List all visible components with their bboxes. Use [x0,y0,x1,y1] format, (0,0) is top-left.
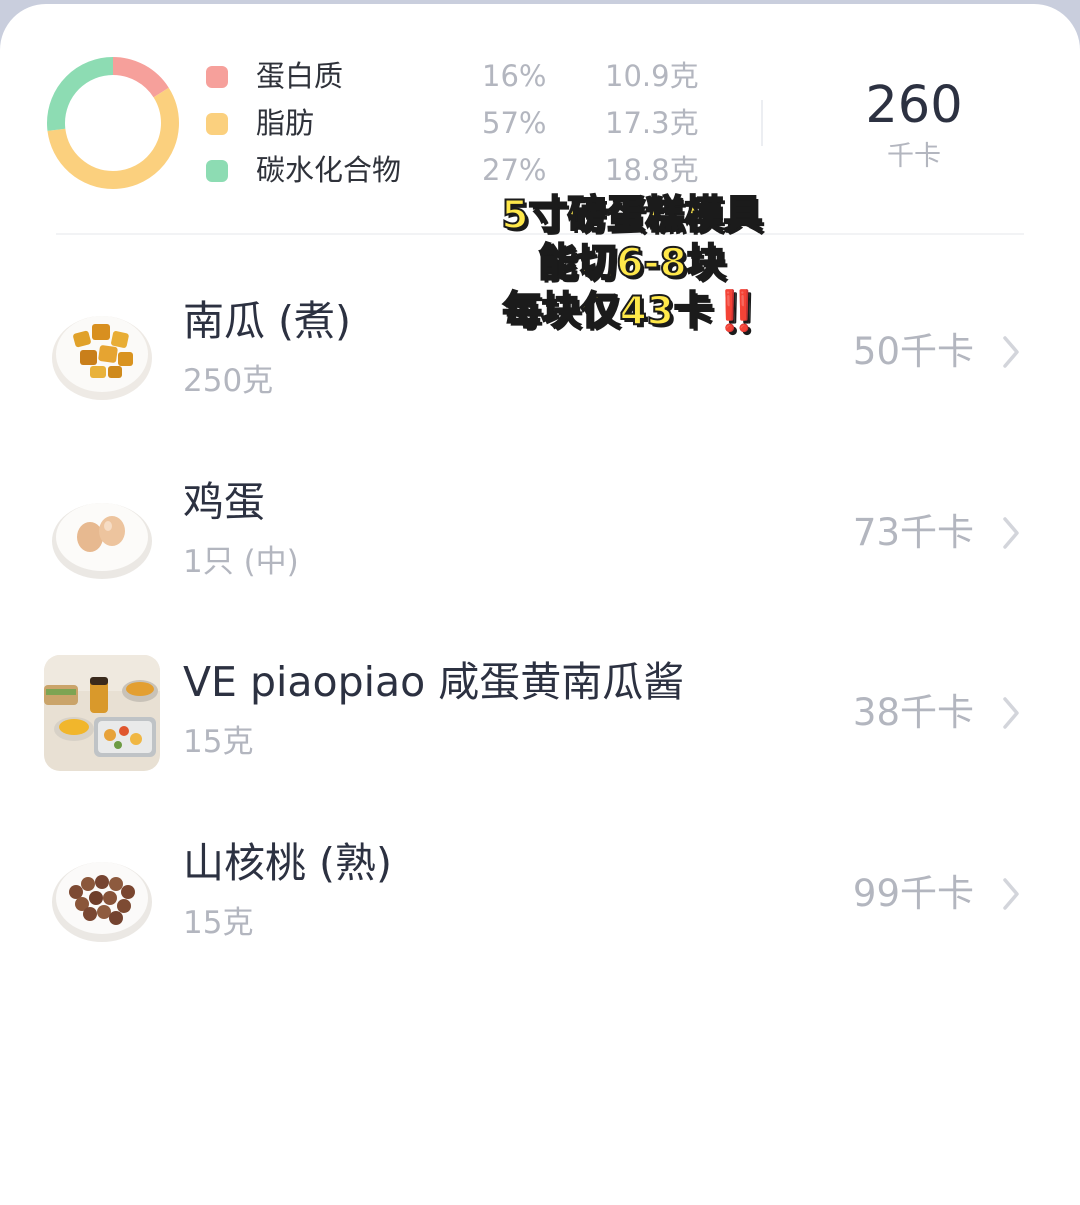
boiled-pumpkin-image [44,294,160,410]
double-exclamation-icon: ‼️ [712,289,762,335]
total-calories: 260 [865,76,963,135]
food-calories: 38千卡 [852,691,974,734]
macro-row-carbs: 碳水化合物 27% 18.8克 [0,150,760,190]
food-calories: 99千卡 [852,872,974,915]
caption-line-3-text: 每块仅43卡 [502,288,714,335]
macro-amount: 17.3克 [605,106,699,140]
food-amount: 15克 [183,905,254,941]
macro-name: 脂肪 [256,106,315,140]
macro-name: 蛋白质 [256,59,344,93]
food-item-egg[interactable]: 鸡蛋 1只 (中) 73千卡 [0,465,1080,625]
chevron-right-icon [1003,336,1019,368]
chevron-right-icon [1003,697,1019,729]
food-amount: 250克 [183,363,274,399]
macro-row-fat: 脂肪 57% 17.3克 [0,103,760,143]
food-amount: 1只 (中) [183,544,299,580]
chevron-right-icon [1003,878,1019,910]
protein-color-dot [206,66,228,88]
food-item-pumpkin-sauce[interactable]: VE piaopiao 咸蛋黄南瓜酱 15克 38千卡 [0,645,1080,805]
macro-amount: 10.9克 [605,59,699,93]
carbs-color-dot [206,160,228,182]
fat-color-dot [206,113,228,135]
macro-amount: 18.8克 [605,153,699,187]
food-name: 山核桃 (熟) [183,839,393,887]
food-name: 南瓜 (煮) [183,297,352,345]
food-calories: 73千卡 [852,511,974,554]
food-name: VE piaopiao 咸蛋黄南瓜酱 [183,658,685,706]
caption-line-1: 5寸磅蛋糕模具 [500,192,763,239]
pumpkin-sauce-product-image [44,655,160,771]
caption-line-2: 能切6-8块 [537,240,726,287]
food-item-hickory-nuts[interactable]: 山核桃 (熟) 15克 99千卡 [0,826,1080,986]
food-amount: 15克 [183,724,254,760]
chevron-right-icon [1003,517,1019,549]
summary-divider [761,100,763,146]
meal-card: 蛋白质 16% 10.9克 脂肪 57% 17.3克 碳水化合物 27% 18.… [0,4,1080,1205]
total-calories-unit: 千卡 [887,141,941,172]
eggs-image [44,475,160,591]
macro-percent: 16% [482,59,547,93]
macro-percent: 57% [482,106,547,140]
food-name: 鸡蛋 [183,478,265,526]
macro-name: 碳水化合物 [256,153,402,187]
hickory-nuts-image [44,836,160,952]
caption-line-3: 每块仅43卡‼️ [432,288,832,336]
food-calories: 50千卡 [852,330,974,373]
macro-row-protein: 蛋白质 16% 10.9克 [0,56,760,96]
macro-percent: 27% [482,153,547,187]
overlay-caption: 5寸磅蛋糕模具 能切6-8块 每块仅43卡‼️ [432,192,832,336]
